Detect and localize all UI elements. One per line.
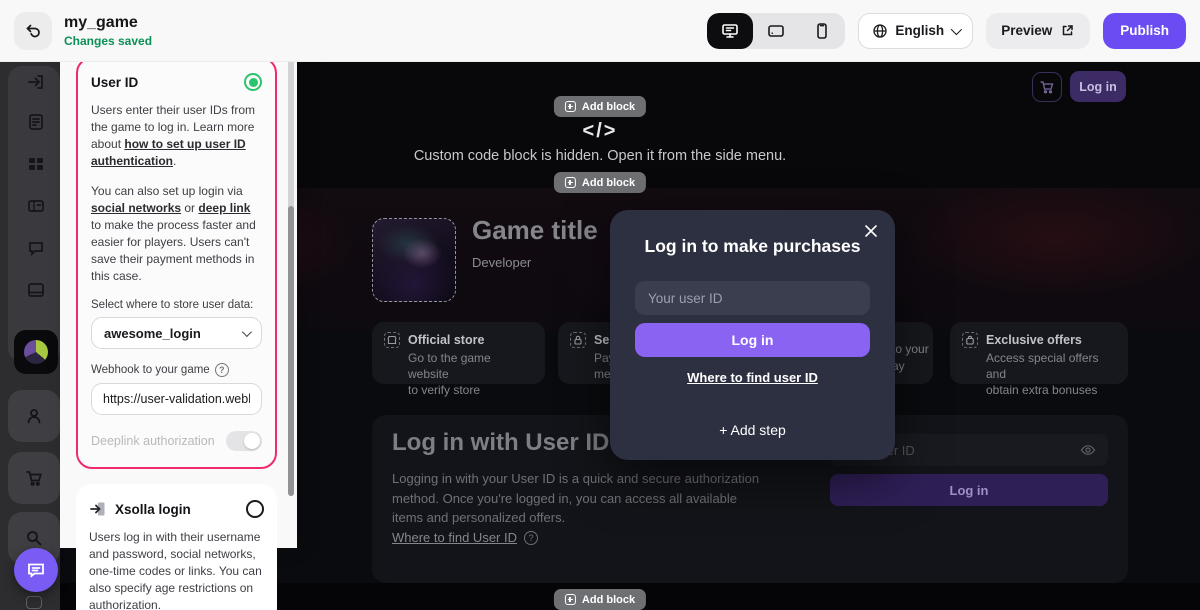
language-label: English <box>895 23 945 38</box>
plus-square-icon <box>564 177 576 188</box>
cart-icon <box>1039 79 1055 95</box>
add-block-button-middle[interactable]: Add block <box>553 172 647 193</box>
webhook-label: Webhook to your game <box>91 364 210 377</box>
desktop-icon <box>720 21 740 41</box>
card-official-store: Official store Go to the game website to… <box>372 322 545 397</box>
modal-userid-input[interactable] <box>635 281 870 315</box>
wallet-menu-icon[interactable] <box>26 596 42 609</box>
webhook-input[interactable] <box>91 383 262 416</box>
publish-label: Publish <box>1120 23 1169 38</box>
xsolla-login-radio-unselected[interactable] <box>246 500 264 519</box>
login-block-title: Log in with User ID <box>392 429 610 456</box>
store-data-select[interactable]: awesome_login <box>91 317 262 350</box>
store-data-value: awesome_login <box>104 325 201 341</box>
person-icon <box>24 406 44 426</box>
language-selector[interactable]: English <box>858 12 974 49</box>
undo-button[interactable] <box>14 11 52 50</box>
globe-icon <box>872 23 888 39</box>
userid-login-button[interactable]: Log in <box>830 474 1108 506</box>
chevron-down-icon <box>241 326 252 337</box>
game-logo-tile[interactable] <box>14 330 58 374</box>
social-networks-link[interactable]: social networks <box>91 201 181 215</box>
deeplink-auth-label: Deeplink authorization <box>91 434 215 449</box>
user-id-description-2: You can also set up login via social net… <box>91 184 256 284</box>
add-step-button[interactable]: + Add step <box>610 422 895 438</box>
question-circle-icon[interactable]: ? <box>214 363 229 378</box>
xsolla-login-title: Xsolla login <box>115 501 191 517</box>
search-icon <box>24 528 44 548</box>
plus-square-icon <box>564 594 576 605</box>
add-block-button-top[interactable]: Add block <box>553 96 647 117</box>
modal-title: Log in to make purchases <box>644 236 861 256</box>
help-chat-fab[interactable] <box>14 548 58 592</box>
login-menu-icon[interactable] <box>26 72 46 92</box>
device-tablet-button[interactable] <box>753 13 799 49</box>
xsolla-login-option-card[interactable]: Xsolla login Users log in with their use… <box>76 484 277 610</box>
external-link-icon <box>1060 23 1075 38</box>
where-to-find-userid-link[interactable]: Where to find User ID <box>392 530 517 545</box>
xsolla-login-description: Users log in with their username and pas… <box>89 530 262 610</box>
modal-find-userid-link[interactable]: Where to find user ID <box>610 370 895 385</box>
user-id-radio-selected[interactable] <box>244 73 262 91</box>
lock-icon <box>570 332 586 348</box>
cart-icon <box>24 468 44 488</box>
login-block-description: Logging in with your User ID is a quick … <box>392 471 760 525</box>
pages-menu-icon[interactable] <box>26 112 46 132</box>
publish-button[interactable]: Publish <box>1103 12 1186 49</box>
deeplink-auth-toggle[interactable] <box>226 431 262 452</box>
top-bar: my_game Changes saved English Preview Pu… <box>0 0 1200 62</box>
panel-scrollbar-thumb[interactable] <box>288 206 294 496</box>
game-logo <box>24 340 48 364</box>
site-nav-login-button[interactable]: Log in <box>1070 71 1126 102</box>
user-id-option-card[interactable]: User ID Users enter their user IDs from … <box>76 57 277 470</box>
add-block-button-bottom[interactable]: Add block <box>553 589 647 610</box>
store-icon <box>384 332 400 348</box>
chevron-down-icon <box>950 23 963 35</box>
tablet-icon <box>766 21 786 41</box>
game-title: Game title <box>472 215 598 245</box>
cart-button[interactable] <box>1032 72 1062 102</box>
blocks-menu-icon[interactable] <box>26 154 46 174</box>
game-developer: Developer <box>472 255 532 270</box>
footer-menu-icon[interactable] <box>26 280 46 300</box>
login-settings-panel: Login settings User ID Users enter their… <box>60 0 297 610</box>
save-status: Changes saved <box>64 33 153 48</box>
login-purchases-modal: Log in to make purchases Log in Where to… <box>610 210 895 460</box>
chat-bubble-icon <box>25 559 47 581</box>
plus-square-icon <box>564 101 576 112</box>
project-title: my_game <box>64 13 138 31</box>
xsolla-login-icon <box>89 500 107 518</box>
store-data-label: Select where to store user data: <box>91 299 254 312</box>
deep-link-link[interactable]: deep link <box>198 201 250 215</box>
account-menu-item[interactable] <box>8 390 60 442</box>
promo-ticket-menu-icon[interactable] <box>26 196 46 216</box>
eye-icon[interactable] <box>1080 442 1096 458</box>
preview-label: Preview <box>1001 23 1053 38</box>
modal-login-button[interactable]: Log in <box>635 323 870 357</box>
help-circle-icon: ? <box>524 530 538 545</box>
bag-icon <box>962 332 978 348</box>
device-switcher <box>707 12 846 49</box>
mobile-icon <box>812 21 832 41</box>
user-id-option-title: User ID <box>91 74 139 90</box>
card-exclusive-offers: Exclusive offers Access special offers a… <box>950 322 1128 397</box>
top-bar-actions: English Preview Publish <box>707 12 1186 49</box>
chat-menu-icon[interactable] <box>26 238 46 258</box>
game-cover-image[interactable] <box>372 218 456 302</box>
project-title-block: my_game Changes saved <box>64 14 152 48</box>
site-side-menu <box>0 62 60 610</box>
cart-menu-item[interactable] <box>8 452 60 504</box>
undo-icon <box>24 22 42 40</box>
device-desktop-button[interactable] <box>707 12 754 49</box>
app-root: my_game Changes saved English Preview Pu… <box>0 0 1200 610</box>
device-mobile-button[interactable] <box>799 13 845 49</box>
user-id-description-1: Users enter their user IDs from the game… <box>91 103 256 169</box>
preview-button[interactable]: Preview <box>986 12 1091 49</box>
